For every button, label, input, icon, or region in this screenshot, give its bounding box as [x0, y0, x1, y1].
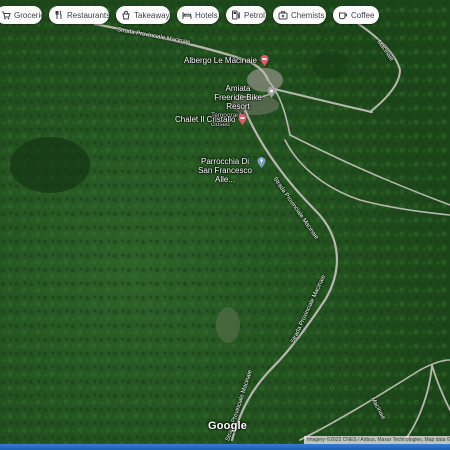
poi-label: Chalet Il Cristallo: [175, 115, 236, 124]
chip-label: Hotels: [195, 10, 218, 20]
chip-label: Groceries: [14, 10, 49, 20]
chip-chemists[interactable]: Chemists: [273, 6, 326, 24]
satellite-map[interactable]: [0, 0, 450, 450]
clearing: [216, 307, 240, 343]
chip-label: Takeaway: [134, 10, 170, 20]
chip-label: Restaurants: [67, 10, 111, 20]
chip-coffee[interactable]: Coffee: [333, 6, 379, 24]
google-logo: Google: [208, 420, 248, 432]
chip-petrol[interactable]: Petrol: [226, 6, 266, 24]
poi-albergo-le-macinaie[interactable]: Albergo Le Macinaie: [184, 55, 269, 66]
shopping-cart-icon: [1, 10, 11, 20]
takeaway-icon: [121, 10, 131, 20]
poi-parrocchia[interactable]: Parrocchia Di San Francesco Alle...: [196, 157, 266, 184]
dark-forest-patch: [312, 51, 348, 79]
chip-takeaway[interactable]: Takeaway: [116, 6, 170, 24]
bottom-accent-bar: [0, 444, 450, 450]
chip-hotels[interactable]: Hotels: [177, 6, 219, 24]
fuel-pump-icon: [231, 10, 241, 20]
utensils-icon: [54, 10, 64, 20]
forest-texture: [0, 0, 450, 450]
coffee-cup-icon: [338, 10, 348, 20]
chip-label: Coffee: [351, 10, 375, 20]
dark-forest-patch: [10, 137, 90, 193]
medical-bag-icon: [278, 10, 288, 20]
chip-restaurants[interactable]: Restaurants: [49, 6, 111, 24]
poi-chalet-il-cristallo[interactable]: Chalet Il Cristallo: [175, 114, 247, 125]
hotel-pin-icon: [238, 114, 247, 125]
chip-label: Petrol: [244, 10, 265, 20]
chip-label: Chemists: [291, 10, 325, 20]
poi-label: Albergo Le Macinaie: [184, 56, 257, 65]
bed-icon: [182, 10, 192, 20]
church-pin-icon: [257, 157, 266, 168]
hotel-pin-icon: [260, 55, 269, 66]
place-pin-icon: [267, 87, 276, 98]
chip-groceries[interactable]: Groceries: [0, 6, 49, 24]
poi-label: Parrocchia Di San Francesco Alle...: [198, 157, 252, 184]
poi-label: Amiata Freeride Bike Resort: [214, 84, 262, 111]
